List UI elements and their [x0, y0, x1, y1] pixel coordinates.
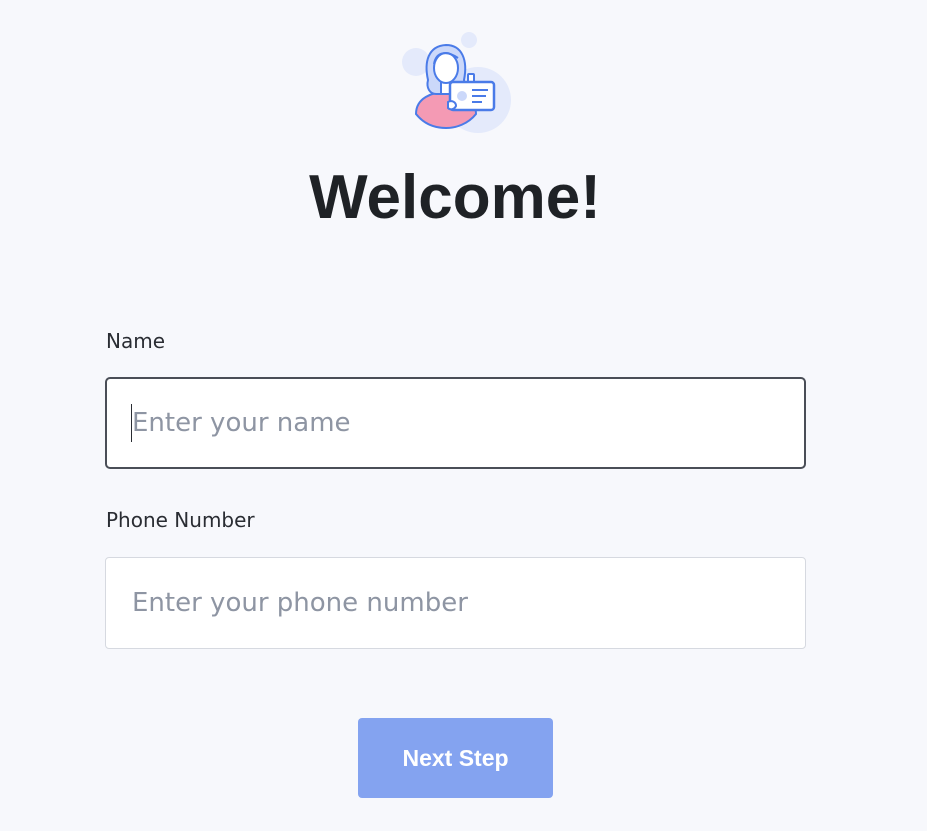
- name-label: Name: [106, 329, 166, 353]
- page-title: Welcome!: [309, 163, 601, 232]
- welcome-page: Welcome! Name Phone Number Next Step: [0, 0, 927, 831]
- name-input[interactable]: [105, 377, 806, 469]
- next-step-button[interactable]: Next Step: [358, 718, 553, 798]
- phone-number-input[interactable]: [105, 557, 806, 649]
- phone-number-label: Phone Number: [106, 508, 255, 532]
- text-cursor: [131, 404, 132, 442]
- person-with-id-card-icon: [402, 32, 511, 133]
